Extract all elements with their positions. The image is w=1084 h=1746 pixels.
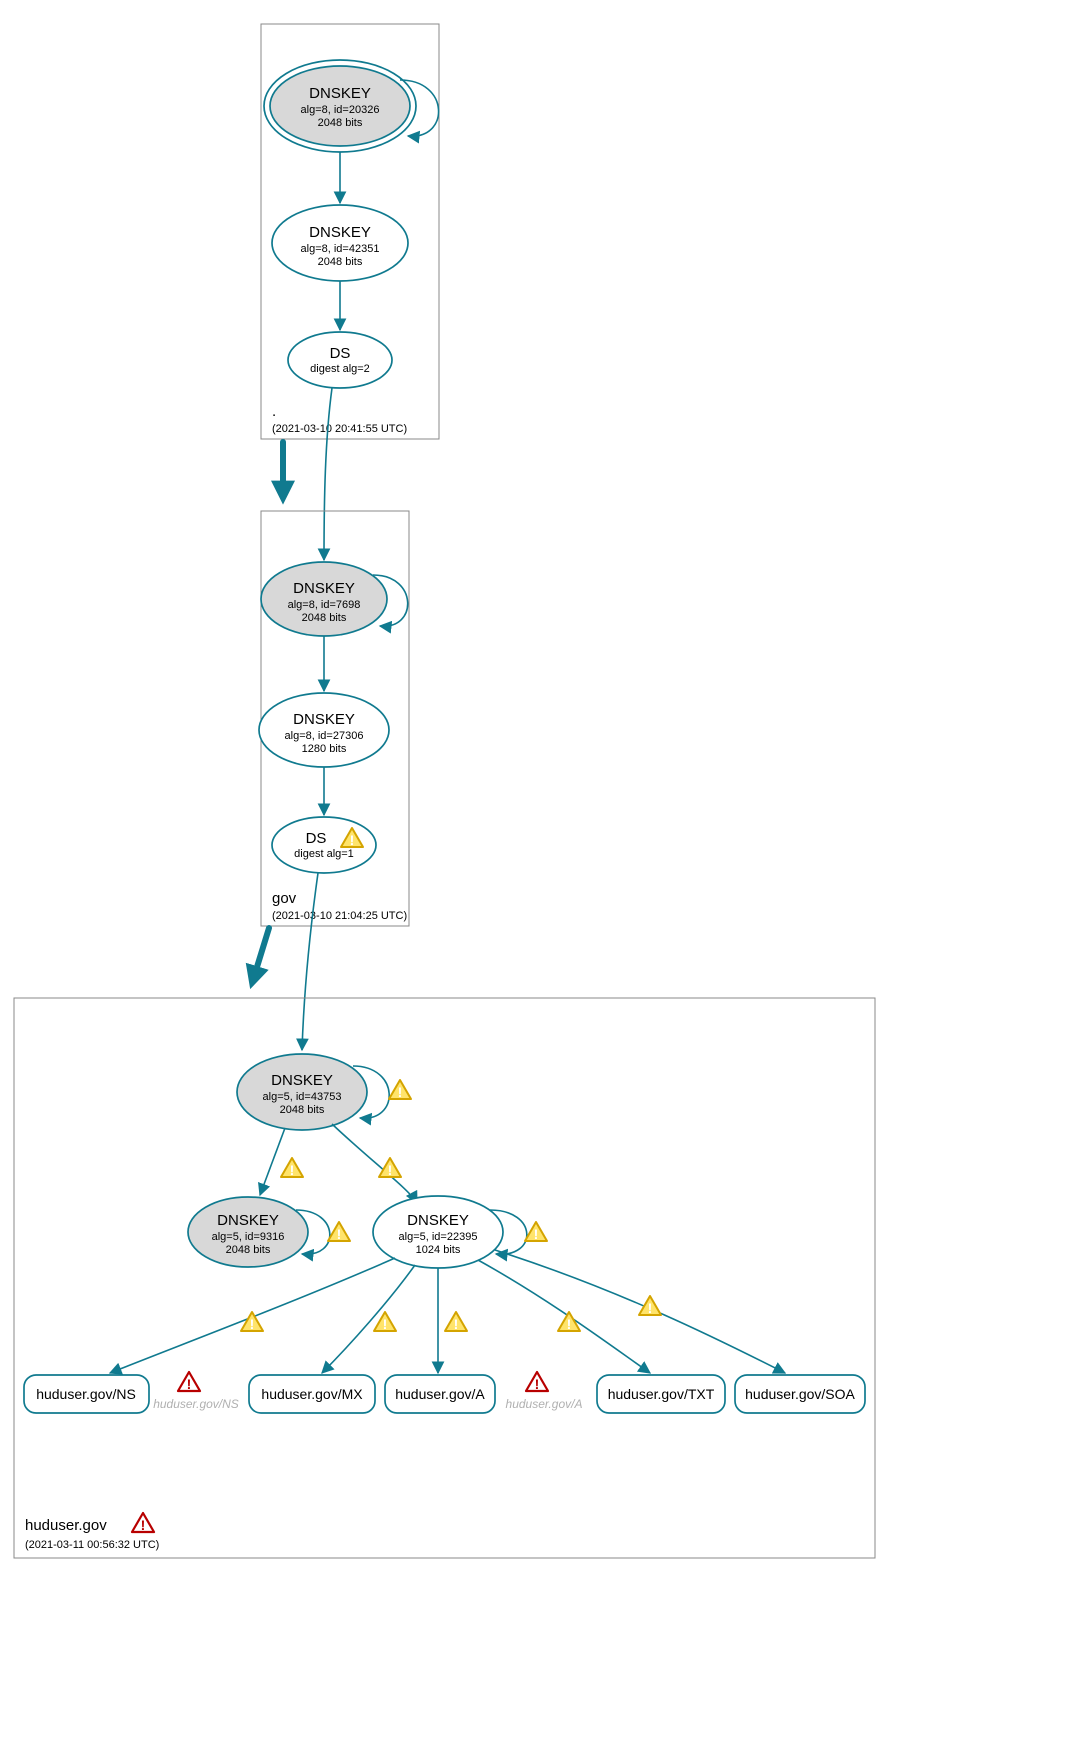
- error-icon: [178, 1372, 200, 1392]
- svg-text:DS: DS: [306, 830, 327, 847]
- edge-gov-ds-to-huduser-ksk: [302, 873, 318, 1050]
- warning-icon: [241, 1312, 263, 1332]
- svg-text:alg=8, id=27306: alg=8, id=27306: [285, 730, 364, 742]
- root-ds: DS digest alg=2: [288, 332, 392, 388]
- svg-text:huduser.gov/NS: huduser.gov/NS: [36, 1386, 136, 1402]
- warning-icon: [374, 1312, 396, 1332]
- huduser-dnskey-ksk: DNSKEY alg=5, id=43753 2048 bits: [237, 1054, 367, 1130]
- svg-text:alg=5, id=22395: alg=5, id=22395: [399, 1231, 478, 1243]
- zone-huduser: huduser.gov (2021-03-11 00:56:32 UTC) DN…: [14, 998, 875, 1558]
- error-icon: [526, 1372, 548, 1392]
- svg-text:DNSKEY: DNSKEY: [271, 1072, 333, 1089]
- svg-text:huduser.gov/TXT: huduser.gov/TXT: [608, 1386, 715, 1402]
- svg-text:alg=8, id=7698: alg=8, id=7698: [288, 599, 361, 611]
- huduser-rr-soa: huduser.gov/SOA: [735, 1375, 865, 1413]
- huduser-dnskey-a: DNSKEY alg=5, id=9316 2048 bits: [188, 1197, 308, 1267]
- zone-root-timestamp: (2021-03-10 20:41:55 UTC): [272, 423, 407, 435]
- edge-root-ds-to-gov-ksk: [324, 388, 332, 560]
- svg-text:digest alg=2: digest alg=2: [310, 363, 370, 375]
- svg-text:2048 bits: 2048 bits: [280, 1104, 325, 1116]
- svg-text:DS: DS: [330, 345, 351, 362]
- svg-text:alg=8, id=42351: alg=8, id=42351: [301, 243, 380, 255]
- zone-huduser-label: huduser.gov: [25, 1517, 107, 1534]
- zone-root-label: .: [272, 403, 276, 420]
- edge-zone-gov-to-huduser: [253, 928, 269, 980]
- huduser-rr-a: huduser.gov/A: [385, 1375, 495, 1413]
- svg-text:DNSKEY: DNSKEY: [293, 711, 355, 728]
- svg-text:alg=5, id=43753: alg=5, id=43753: [263, 1091, 342, 1103]
- svg-text:2048 bits: 2048 bits: [302, 612, 347, 624]
- huduser-dnskey-b: DNSKEY alg=5, id=22395 1024 bits: [373, 1196, 503, 1268]
- huduser-rr-mx: huduser.gov/MX: [249, 1375, 375, 1413]
- svg-text:DNSKEY: DNSKEY: [217, 1212, 279, 1229]
- edge-huduser-ksk-to-a: [260, 1128, 285, 1195]
- gov-dnskey-ksk: DNSKEY alg=8, id=7698 2048 bits: [261, 562, 387, 636]
- svg-text:2048 bits: 2048 bits: [318, 117, 363, 129]
- huduser-rr-ns: huduser.gov/NS: [24, 1375, 149, 1413]
- svg-text:alg=5, id=9316: alg=5, id=9316: [212, 1231, 285, 1243]
- gov-ds: DS digest alg=1: [272, 817, 376, 873]
- ghost-ns: huduser.gov/NS: [153, 1397, 239, 1411]
- svg-text:huduser.gov/MX: huduser.gov/MX: [261, 1386, 363, 1402]
- svg-text:DNSKEY: DNSKEY: [309, 224, 371, 241]
- zone-gov: gov (2021-03-10 21:04:25 UTC) DNSKEY alg…: [259, 511, 409, 926]
- gov-dnskey-zsk: DNSKEY alg=8, id=27306 1280 bits: [259, 693, 389, 767]
- svg-text:2048 bits: 2048 bits: [318, 256, 363, 268]
- zone-root: . (2021-03-10 20:41:55 UTC) DNSKEY alg=8…: [261, 24, 439, 439]
- warning-icon: [389, 1080, 411, 1100]
- root-dnskey-zsk: DNSKEY alg=8, id=42351 2048 bits: [272, 205, 408, 281]
- warning-icon: [328, 1222, 350, 1242]
- svg-text:DNSKEY: DNSKEY: [309, 85, 371, 102]
- svg-text:DNSKEY: DNSKEY: [407, 1212, 469, 1229]
- svg-text:huduser.gov/SOA: huduser.gov/SOA: [745, 1386, 855, 1402]
- svg-text:alg=8, id=20326: alg=8, id=20326: [301, 104, 380, 116]
- error-icon: [132, 1513, 154, 1533]
- svg-text:huduser.gov/A: huduser.gov/A: [395, 1386, 485, 1402]
- svg-text:digest alg=1: digest alg=1: [294, 848, 354, 860]
- edge-huduser-ksk-to-b: [332, 1124, 417, 1203]
- zone-huduser-timestamp: (2021-03-11 00:56:32 UTC): [25, 1539, 159, 1551]
- warning-icon: [445, 1312, 467, 1332]
- edge-b-to-mx: [322, 1265, 415, 1373]
- svg-text:1280 bits: 1280 bits: [302, 743, 347, 755]
- edge-b-to-txt: [478, 1260, 650, 1373]
- huduser-rr-txt: huduser.gov/TXT: [597, 1375, 725, 1413]
- root-dnskey-ksk: DNSKEY alg=8, id=20326 2048 bits: [264, 60, 416, 152]
- svg-text:1024 bits: 1024 bits: [416, 1244, 461, 1256]
- ghost-a: huduser.gov/A: [506, 1397, 583, 1411]
- warning-icon: [281, 1158, 303, 1178]
- warning-icon: [525, 1222, 547, 1242]
- svg-text:2048 bits: 2048 bits: [226, 1244, 271, 1256]
- zone-gov-label: gov: [272, 890, 297, 907]
- svg-text:DNSKEY: DNSKEY: [293, 580, 355, 597]
- dnssec-chain-diagram: ! ! . (2021-03-10 20:41:55 UTC) DNSKEY a…: [0, 0, 1084, 1746]
- zone-gov-timestamp: (2021-03-10 21:04:25 UTC): [272, 910, 407, 922]
